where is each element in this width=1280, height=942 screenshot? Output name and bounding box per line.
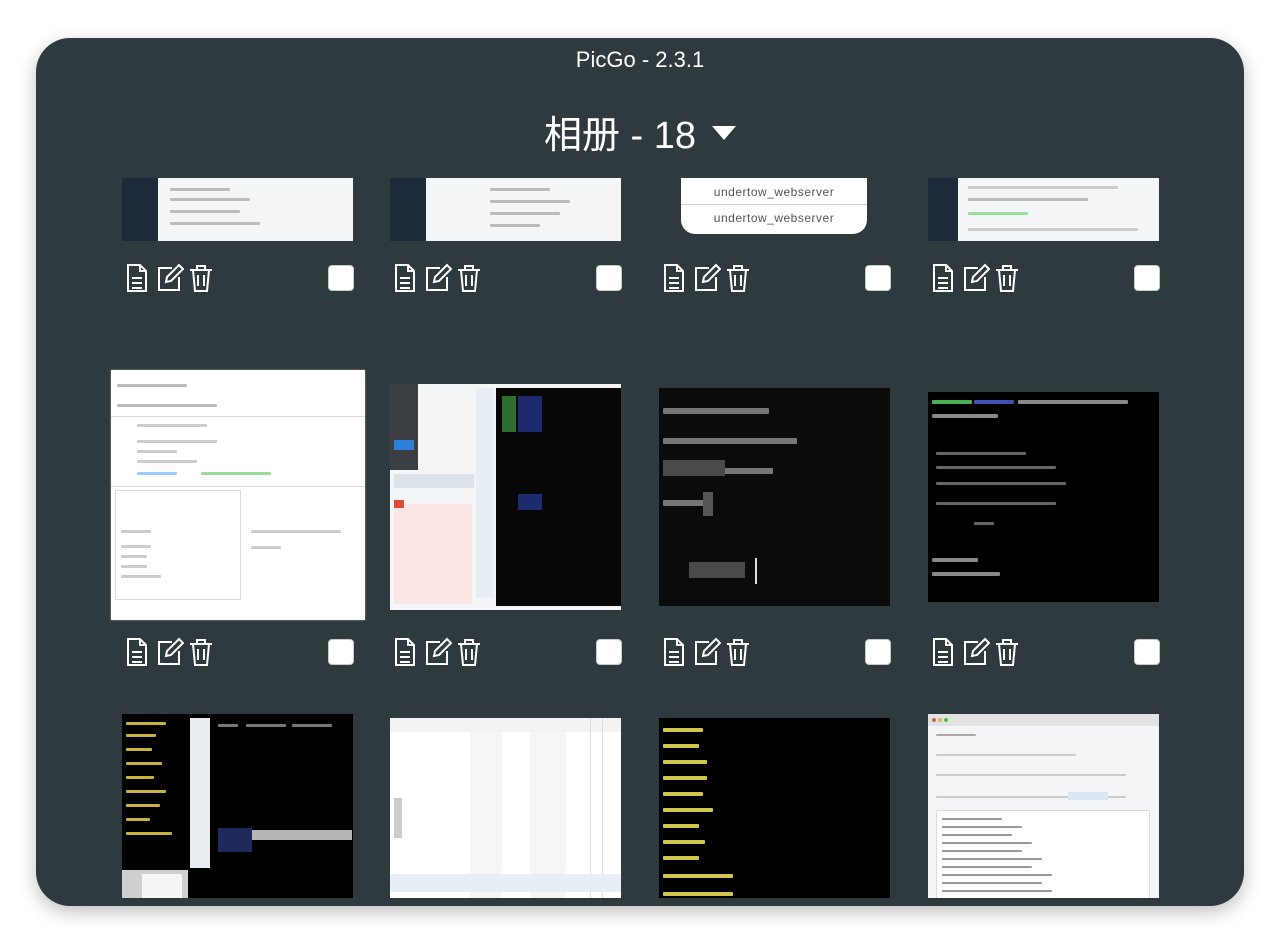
edit-icon[interactable]: [154, 262, 185, 294]
thumbnail-image[interactable]: [122, 714, 353, 898]
item-actions: [122, 636, 376, 670]
trash-icon[interactable]: [723, 262, 753, 294]
item-actions: [390, 262, 644, 296]
trash-icon[interactable]: [186, 636, 216, 668]
picgo-window: PicGo - 2.3.1 相册 - 18 undertow_webserver…: [36, 38, 1244, 906]
document-icon[interactable]: [928, 636, 958, 668]
item-actions: [928, 262, 1182, 296]
document-icon[interactable]: [928, 262, 958, 294]
thumbnail-image[interactable]: [122, 178, 353, 241]
item-actions: [928, 636, 1182, 670]
edit-icon[interactable]: [422, 636, 453, 668]
document-icon[interactable]: [390, 636, 420, 668]
document-icon[interactable]: [122, 636, 152, 668]
thumbnail-image[interactable]: [111, 370, 365, 620]
select-checkbox[interactable]: [596, 265, 622, 291]
document-icon[interactable]: [122, 262, 152, 294]
document-icon[interactable]: [390, 262, 420, 294]
edit-icon[interactable]: [960, 262, 991, 294]
window-title: PicGo - 2.3.1: [575, 47, 705, 72]
select-checkbox[interactable]: [1134, 265, 1160, 291]
select-checkbox[interactable]: [1134, 639, 1160, 665]
select-checkbox[interactable]: [596, 639, 622, 665]
thumbnail-image[interactable]: undertow_webserver undertow_webserver: [659, 178, 890, 234]
trash-icon[interactable]: [454, 636, 484, 668]
trash-icon[interactable]: [186, 262, 216, 294]
document-icon[interactable]: [659, 262, 689, 294]
thumbnail-image[interactable]: [928, 392, 1159, 602]
thumbnail-image[interactable]: [390, 384, 621, 610]
edit-icon[interactable]: [691, 262, 722, 294]
album-title: 相册 - 18: [543, 114, 697, 157]
chevron-down-icon[interactable]: [712, 126, 737, 140]
trash-icon[interactable]: [992, 636, 1022, 668]
thumbnail-image[interactable]: [928, 178, 1159, 241]
edit-icon[interactable]: [691, 636, 722, 668]
trash-icon[interactable]: [723, 636, 753, 668]
trash-icon[interactable]: [454, 262, 484, 294]
item-actions: [659, 636, 913, 670]
edit-icon[interactable]: [960, 636, 991, 668]
thumbnail-image[interactable]: [390, 718, 621, 898]
trash-icon[interactable]: [992, 262, 1022, 294]
document-icon[interactable]: [659, 636, 689, 668]
thumbnail-image[interactable]: [928, 714, 1159, 898]
thumbnail-text: undertow_webserver: [681, 180, 867, 205]
thumbnail-image[interactable]: [659, 388, 890, 606]
gallery-grid[interactable]: undertow_webserver undertow_webserver: [36, 178, 1244, 898]
thumbnail-text: undertow_webserver: [713, 211, 835, 225]
item-actions: [122, 262, 376, 296]
edit-icon[interactable]: [422, 262, 453, 294]
select-checkbox[interactable]: [328, 639, 354, 665]
edit-icon[interactable]: [154, 636, 185, 668]
album-selector[interactable]: 相册 - 18: [36, 106, 1244, 157]
item-actions: [390, 636, 644, 670]
select-checkbox[interactable]: [865, 639, 891, 665]
select-checkbox[interactable]: [865, 265, 891, 291]
item-actions: [659, 262, 913, 296]
thumbnail-image[interactable]: [390, 178, 621, 241]
select-checkbox[interactable]: [328, 265, 354, 291]
thumbnail-image[interactable]: [659, 718, 890, 898]
